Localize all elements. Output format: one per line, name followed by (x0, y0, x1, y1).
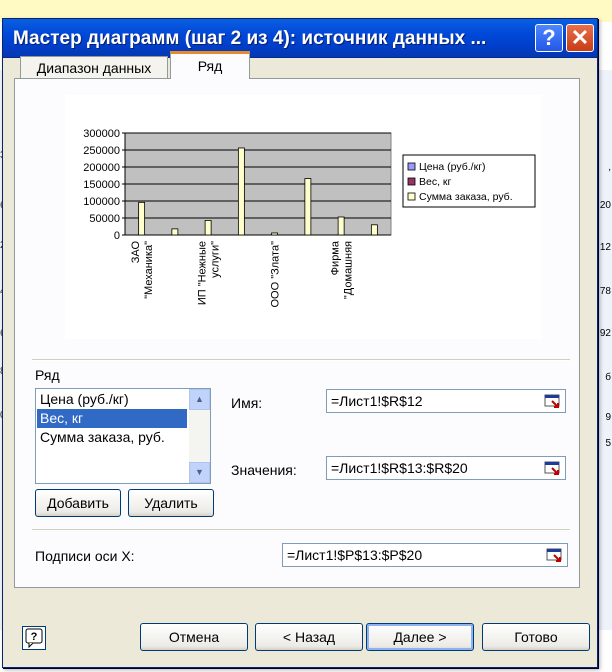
x-tick-label-line: ООО "Злата" (270, 241, 282, 308)
name-label: Имя: (231, 395, 263, 411)
chart-preview: 0 50000 100000 150000 200000 250000 300000 ЗАО "… (65, 95, 542, 339)
x-axis-labels-value: =Лист1!$P$13:$P$20 (287, 547, 423, 563)
title-close-button[interactable]: ✕ (566, 24, 594, 52)
series-values-value: =Лист1!$R$13:$R$20 (331, 460, 468, 476)
back-button[interactable]: < Назад (255, 623, 363, 651)
next-button[interactable]: Далее > (366, 623, 474, 651)
close-icon: ✕ (570, 25, 590, 50)
y-tick-label: 100000 (83, 196, 120, 208)
help-icon: ? (542, 25, 556, 50)
legend-swatch (407, 162, 416, 171)
sheet-cell: , (608, 162, 611, 173)
x-tick-label: ЗАО "Механика" (130, 241, 155, 299)
tab-data-range[interactable]: Диапазон данных (20, 56, 168, 78)
series-list-item-sum[interactable]: Сумма заказа, руб. (37, 428, 187, 447)
scroll-up-icon[interactable]: ▲ (189, 389, 210, 410)
series-values-input[interactable]: =Лист1!$R$13:$R$20 (326, 456, 566, 480)
bar (337, 216, 345, 236)
x-tick-label-line: ИП "Нежные (197, 241, 209, 305)
y-tick-label: 150000 (83, 179, 120, 191)
title-bar[interactable]: Мастер диаграмм (шаг 2 из 4): источник д… (3, 19, 597, 58)
sheet-cell: б (605, 372, 611, 383)
chart-svg: 050000100000150000200000250000300000ЗАО "… (83, 128, 536, 308)
x-tick-label-line: "Домашняя (343, 241, 355, 299)
x-tick-label: ИП "Нежные услуги" (197, 241, 222, 305)
series-listbox[interactable]: Цена (руб./кг) Вес, кг Сумма заказа, руб… (35, 388, 211, 484)
y-tick-label: 250000 (83, 145, 120, 157)
collapse-dialog-icon[interactable] (545, 546, 565, 564)
sheet-right-strip (597, 70, 612, 630)
x-axis-labels-label: Подписи оси X: (35, 548, 135, 564)
series-name-input[interactable]: =Лист1!$R$12 (326, 389, 566, 413)
y-tick-label: 50000 (89, 213, 120, 225)
assistant-help-icon: ? (25, 628, 43, 649)
collapse-dialog-icon[interactable] (543, 459, 563, 477)
section-separator (32, 359, 570, 361)
x-axis-labels-input[interactable]: =Лист1!$P$13:$P$20 (282, 543, 568, 567)
legend-entry: Сумма заказа, руб. (419, 191, 513, 203)
finish-button[interactable]: Готово (482, 623, 590, 651)
x-tick-label-line: Фирма (330, 240, 342, 275)
y-tick-label: 0 (114, 230, 120, 242)
sheet-cell: 92 (599, 328, 611, 339)
remove-series-button[interactable]: Удалить (128, 489, 214, 517)
y-tick-label: 300000 (83, 128, 120, 140)
x-tick-label-line: ЗАО (130, 241, 142, 264)
add-series-button[interactable]: Добавить (35, 489, 121, 517)
scroll-down-icon[interactable]: ▼ (189, 462, 210, 483)
title-help-button[interactable]: ? (535, 24, 563, 52)
legend-entry: Цена (руб./кг) (419, 161, 486, 173)
x-tick-label: Фирма "Домашняя (330, 240, 355, 299)
x-tick-label: ООО "Злата" (270, 241, 282, 308)
x-tick-label-line: "Механика" (143, 241, 155, 299)
series-section-label: Ряд (35, 367, 60, 383)
sheet-cell: 78 (599, 286, 611, 297)
section-separator (32, 529, 570, 531)
office-assistant-button[interactable]: ? (22, 626, 46, 650)
bar (370, 224, 378, 236)
series-list-item-price[interactable]: Цена (руб./кг) (37, 390, 187, 409)
series-list-item-weight[interactable]: Вес, кг (37, 409, 187, 428)
sheet-cell: 12 (599, 242, 611, 253)
bar (304, 178, 312, 236)
x-tick-label-line: услуги" (210, 241, 222, 278)
sheet-cell: 20 (599, 200, 611, 211)
collapse-dialog-icon[interactable] (543, 392, 563, 410)
bar (204, 219, 212, 236)
dialog-title: Мастер диаграмм (шаг 2 из 4): источник д… (13, 28, 487, 49)
sheet-cell: 5 (605, 438, 611, 449)
series-name-value: =Лист1!$R$12 (331, 393, 423, 409)
legend-swatch (407, 192, 416, 201)
bar (271, 232, 279, 236)
series-list-scrollbar[interactable]: ▲ ▼ (189, 389, 210, 483)
bar (138, 201, 146, 236)
bar (237, 147, 245, 236)
bar (171, 228, 179, 236)
sheet-cell: 9 (605, 412, 611, 423)
y-tick-label: 200000 (83, 162, 120, 174)
cancel-button[interactable]: Отмена (140, 623, 248, 651)
values-label: Значения: (231, 462, 297, 478)
legend-swatch (407, 177, 416, 186)
svg-text:?: ? (31, 631, 38, 643)
legend-entry: Вес, кг (419, 176, 452, 188)
tab-series[interactable]: Ряд (170, 51, 250, 79)
